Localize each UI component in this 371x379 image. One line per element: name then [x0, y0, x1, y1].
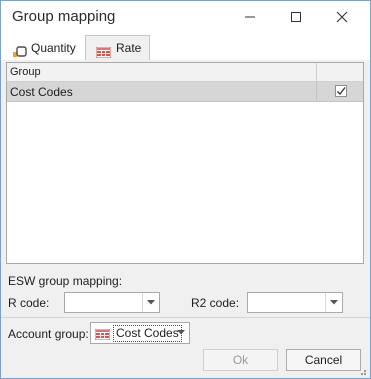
checkmark-icon — [337, 87, 346, 95]
maximize-icon — [291, 12, 301, 22]
chevron-down-icon — [177, 330, 185, 335]
tab-quantity-label: Quantity — [31, 41, 76, 55]
column-separator — [316, 63, 317, 82]
r2-code-dropdown-button[interactable] — [325, 293, 342, 312]
ok-button[interactable]: Ok — [203, 349, 278, 371]
close-button[interactable] — [319, 1, 365, 33]
title-bar[interactable]: Group mapping — [1, 1, 370, 33]
table-row[interactable]: Cost Codes — [7, 82, 363, 102]
chevron-down-icon — [147, 300, 155, 305]
group-grid[interactable]: Group Cost Codes — [6, 62, 364, 264]
column-header-group[interactable]: Group — [10, 66, 41, 78]
minimize-button[interactable] — [227, 1, 273, 33]
r-code-dropdown[interactable] — [64, 292, 160, 313]
cancel-button[interactable]: Cancel — [286, 349, 361, 371]
r2-code-dropdown[interactable] — [247, 292, 343, 313]
esw-group-mapping-label: ESW group mapping: — [8, 274, 123, 288]
r2-code-label: R2 code: — [191, 296, 240, 310]
column-separator — [316, 82, 317, 102]
group-mapping-dialog: Group mapping Quantity Rate Group Cost C… — [0, 0, 371, 379]
rate-icon — [94, 328, 111, 343]
row-mapped-checkbox[interactable] — [335, 85, 347, 97]
row-group-name: Cost Codes — [10, 85, 73, 99]
account-group-label: Account group: — [8, 327, 89, 341]
account-group-dropdown[interactable]: Cost Codes — [90, 322, 190, 344]
chevron-down-icon — [330, 300, 338, 305]
r-code-dropdown-button[interactable] — [142, 293, 159, 312]
resize-grip-icon[interactable] — [357, 366, 367, 376]
section-divider — [1, 317, 370, 318]
tab-strip: Quantity Rate — [1, 33, 370, 60]
r-code-label: R code: — [8, 296, 50, 310]
maximize-button[interactable] — [273, 1, 319, 33]
account-group-value: Cost Codes — [113, 325, 182, 342]
window-title: Group mapping — [12, 8, 116, 25]
tab-rate-label: Rate — [116, 41, 142, 55]
minimize-icon — [245, 16, 255, 18]
tab-rate[interactable]: Rate — [85, 35, 150, 60]
grid-header: Group — [7, 63, 363, 82]
tab-quantity[interactable]: Quantity — [9, 36, 83, 60]
account-group-dropdown-button[interactable] — [174, 323, 189, 342]
close-icon — [336, 11, 348, 23]
